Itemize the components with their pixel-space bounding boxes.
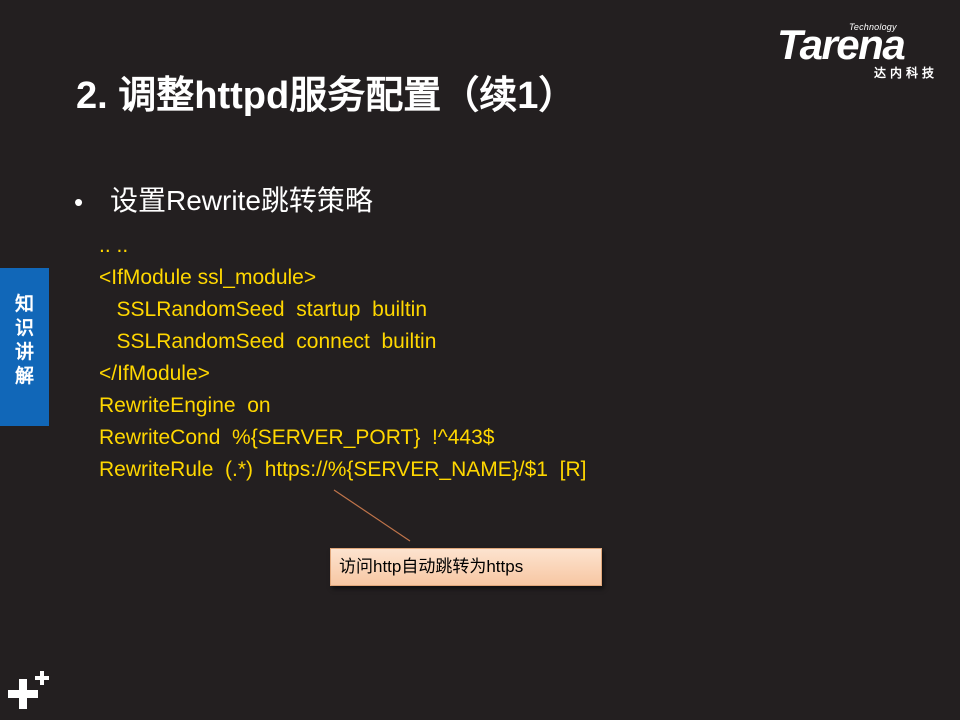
logo-wordmark: Tarena — [777, 21, 906, 68]
knowledge-tab-char: 讲 — [14, 341, 34, 363]
slide-title: 2. 调整httpd服务配置（续1） — [76, 75, 577, 117]
code-line: SSLRandomSeed connect builtin — [99, 330, 437, 353]
bullet-text: 设置Rewrite跳转策略 — [110, 185, 373, 216]
callout-box: 访问http自动跳转为https — [330, 548, 602, 586]
knowledge-tab: 知 识 讲 解 — [0, 268, 49, 426]
code-line: SSLRandomSeed startup builtin — [99, 298, 428, 321]
knowledge-tab-label: 知 识 讲 解 — [0, 292, 49, 388]
code-line: <IfModule ssl_module> — [99, 266, 317, 289]
code-line: RewriteRule (.*) https://%{SERVER_NAME}/… — [99, 458, 587, 481]
bullet-icon: • — [74, 187, 84, 217]
code-line: RewriteCond %{SERVER_PORT} !^443$ — [99, 426, 495, 449]
logo-subtitle: 达内科技 — [873, 66, 938, 80]
knowledge-tab-char: 知 — [14, 293, 34, 315]
code-line: RewriteEngine on — [99, 394, 271, 417]
tarena-logo: Technology Tarena 达内科技 — [777, 22, 942, 84]
code-line: </IfModule> — [99, 362, 210, 385]
code-line: .. .. — [99, 234, 129, 257]
knowledge-tab-char: 识 — [14, 317, 34, 339]
plus-icon — [8, 671, 49, 709]
slide: Technology Tarena 达内科技 2. 调整httpd服务配置（续1… — [0, 0, 960, 720]
knowledge-tab-char: 解 — [14, 365, 34, 387]
callout-text: 访问http自动跳转为https — [339, 557, 524, 576]
code-block: .. .. <IfModule ssl_module> SSLRandomSee… — [99, 230, 586, 486]
